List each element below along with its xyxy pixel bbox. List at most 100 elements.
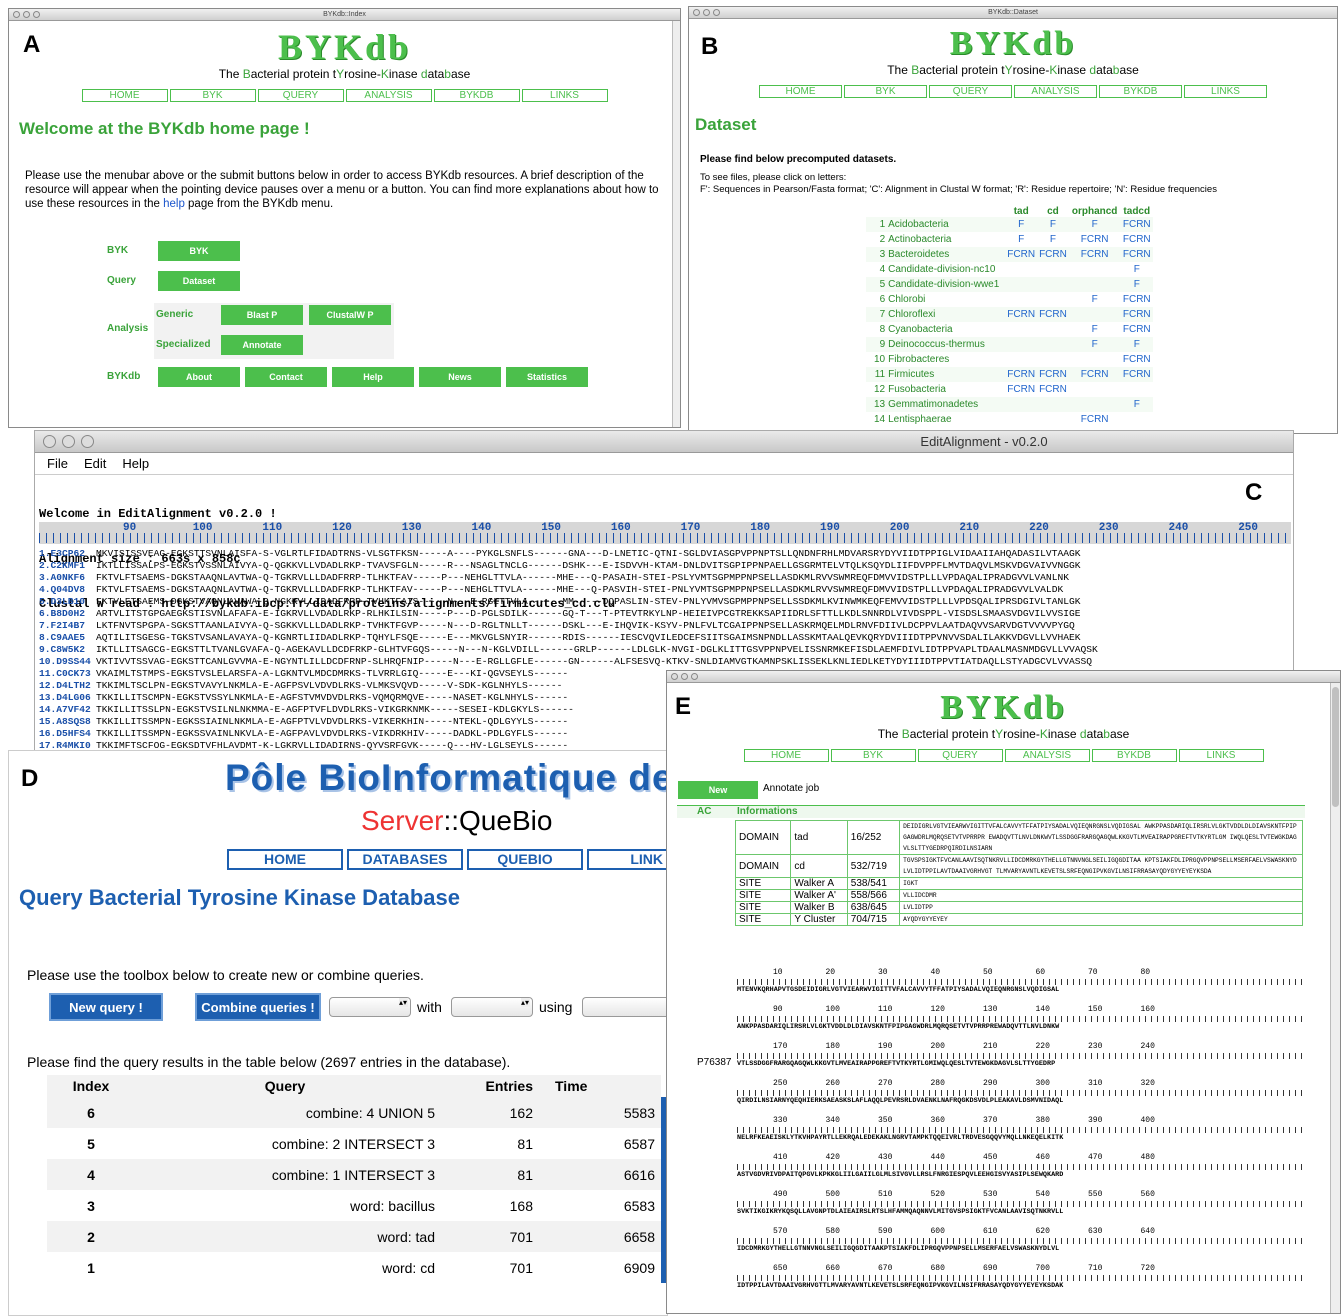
taxon-name[interactable]: Deinococcus-thermus: [886, 337, 1006, 352]
dataset-file-link[interactable]: [1005, 337, 1038, 352]
dataset-file-link[interactable]: [1037, 397, 1069, 412]
dataset-file-link[interactable]: FCRN: [1037, 367, 1069, 382]
dataset-file-link[interactable]: F: [1037, 232, 1069, 247]
sequence-id[interactable]: 16.D5HFS4: [39, 728, 96, 740]
menu-home[interactable]: HOME: [81, 89, 168, 102]
menu-query[interactable]: QUERY: [929, 85, 1012, 98]
close-icon[interactable]: [693, 9, 700, 16]
dataset-file-link[interactable]: FCRN: [1068, 367, 1121, 382]
taxon-name[interactable]: Cyanobacteria: [886, 322, 1005, 337]
dataset-file-link[interactable]: [1005, 352, 1037, 367]
menu-links[interactable]: LINK: [587, 849, 667, 870]
dataset-file-link[interactable]: F: [1120, 262, 1153, 277]
dataset-file-link[interactable]: FCRN: [1005, 382, 1037, 397]
sequence-id[interactable]: 8.C9AAE5: [39, 632, 96, 644]
dataset-file-link[interactable]: [1069, 382, 1121, 397]
zoom-icon[interactable]: [81, 435, 94, 448]
dataset-file-link[interactable]: [1005, 277, 1038, 292]
dataset-file-link[interactable]: [1037, 292, 1069, 307]
sequence-id[interactable]: 14.A7VF42: [39, 704, 96, 716]
dataset-file-link[interactable]: F: [1120, 277, 1154, 292]
clustalwp-button[interactable]: ClustalW P: [309, 305, 391, 325]
minimize-icon[interactable]: [23, 11, 30, 18]
annotate-button[interactable]: Annotate: [221, 335, 303, 355]
sequence-id[interactable]: 12.D4LTH2: [39, 680, 96, 692]
table-row[interactable]: 4 combine: 1 INTERSECT 3 81 6616: [47, 1159, 667, 1190]
dataset-file-link[interactable]: FCRN: [1037, 247, 1069, 262]
dataset-file-link[interactable]: F: [1005, 232, 1037, 247]
dataset-file-link[interactable]: [1069, 262, 1121, 277]
dataset-file-link[interactable]: F: [1068, 337, 1121, 352]
minimize-icon[interactable]: [703, 9, 710, 16]
taxon-name[interactable]: Chloroflexi: [886, 307, 1006, 322]
table-row[interactable]: 1 word: cd 701 6909: [47, 1252, 667, 1283]
dataset-file-link[interactable]: F: [1005, 217, 1038, 232]
dataset-file-link[interactable]: FCRN: [1037, 307, 1069, 322]
dataset-file-link[interactable]: [1005, 262, 1037, 277]
sequence-id[interactable]: 13.D4LG06: [39, 692, 96, 704]
dataset-file-link[interactable]: F: [1068, 217, 1121, 232]
sequence-id[interactable]: 9.C8W5K2: [39, 644, 96, 656]
dataset-file-link[interactable]: [1068, 397, 1121, 412]
sequence-id[interactable]: 1.E3CP62: [39, 548, 96, 560]
zoom-icon[interactable]: [33, 11, 40, 18]
zoom-icon[interactable]: [713, 9, 720, 16]
taxon-name[interactable]: Chlorobi: [886, 292, 1005, 307]
statistics-button[interactable]: Statistics: [506, 367, 588, 387]
table-row[interactable]: 6 combine: 4 UNION 5 162 5583: [47, 1097, 667, 1128]
table-row[interactable]: 3 word: bacillus 168 6583: [47, 1190, 667, 1221]
sequence-id[interactable]: 15.A8SQS8: [39, 716, 96, 728]
combine-second-select[interactable]: [451, 997, 533, 1017]
close-icon[interactable]: [13, 11, 20, 18]
about-button[interactable]: About: [158, 367, 240, 387]
dataset-file-link[interactable]: F: [1037, 217, 1069, 232]
menu-query[interactable]: QUERY: [917, 749, 1003, 762]
dataset-file-link[interactable]: FCRN: [1120, 367, 1154, 382]
menu-links[interactable]: LINKS: [521, 89, 608, 102]
sequence-id[interactable]: 2.C2KMF1: [39, 560, 96, 572]
menu-analysis[interactable]: ANALYSIS: [1014, 85, 1097, 98]
taxon-name[interactable]: Firmicutes: [886, 367, 1006, 382]
dataset-file-link[interactable]: FCRN: [1120, 322, 1153, 337]
dataset-file-link[interactable]: [1037, 352, 1069, 367]
dataset-file-link[interactable]: FCRN: [1005, 307, 1038, 322]
byk-button[interactable]: BYK: [158, 241, 240, 261]
sequence-id[interactable]: 11.C0CK73: [39, 668, 96, 680]
dataset-file-link[interactable]: F: [1120, 337, 1154, 352]
dataset-file-link[interactable]: [1037, 337, 1069, 352]
scrollbar-thumb[interactable]: [1332, 687, 1339, 807]
dataset-file-link[interactable]: [1037, 262, 1069, 277]
menu-quebio[interactable]: QUEBIO: [467, 849, 583, 870]
dataset-file-link[interactable]: [1120, 412, 1153, 427]
scrollbar[interactable]: [672, 21, 680, 427]
dataset-file-link[interactable]: [1037, 412, 1069, 427]
taxon-name[interactable]: Fusobacteria: [886, 382, 1005, 397]
close-icon[interactable]: [671, 673, 678, 680]
menu-databases[interactable]: DATABASES: [347, 849, 463, 870]
dataset-file-link[interactable]: [1037, 322, 1069, 337]
taxon-name[interactable]: Candidate-division-wwe1: [886, 277, 1006, 292]
dataset-file-link[interactable]: F: [1069, 322, 1121, 337]
menu-links[interactable]: LINKS: [1178, 749, 1264, 762]
menu-file[interactable]: File: [47, 456, 68, 471]
dataset-file-link[interactable]: [1005, 292, 1037, 307]
dataset-file-link[interactable]: [1005, 412, 1037, 427]
dataset-file-link[interactable]: FCRN: [1120, 217, 1154, 232]
dataset-file-link[interactable]: FCRN: [1120, 352, 1153, 367]
dataset-file-link[interactable]: [1069, 352, 1121, 367]
new-job-button[interactable]: New: [678, 781, 758, 799]
menu-byk[interactable]: BYK: [844, 85, 927, 98]
dataset-file-link[interactable]: FCRN: [1120, 232, 1153, 247]
dataset-file-link[interactable]: FCRN: [1120, 292, 1153, 307]
table-row[interactable]: 5 combine: 2 INTERSECT 3 81 6587: [47, 1128, 667, 1159]
sequence-id[interactable]: 10.D9SS44: [39, 656, 96, 668]
help-link[interactable]: help: [163, 198, 185, 210]
sequence-id[interactable]: 3.A0NKF6: [39, 572, 96, 584]
menu-byk[interactable]: BYK: [830, 749, 916, 762]
menu-bykdb[interactable]: BYKDB: [433, 89, 520, 102]
dataset-file-link[interactable]: [1068, 307, 1121, 322]
combine-first-select[interactable]: [329, 997, 411, 1017]
dataset-file-link[interactable]: FCRN: [1005, 247, 1038, 262]
menu-analysis[interactable]: ANALYSIS: [1004, 749, 1090, 762]
contact-button[interactable]: Contact: [245, 367, 327, 387]
